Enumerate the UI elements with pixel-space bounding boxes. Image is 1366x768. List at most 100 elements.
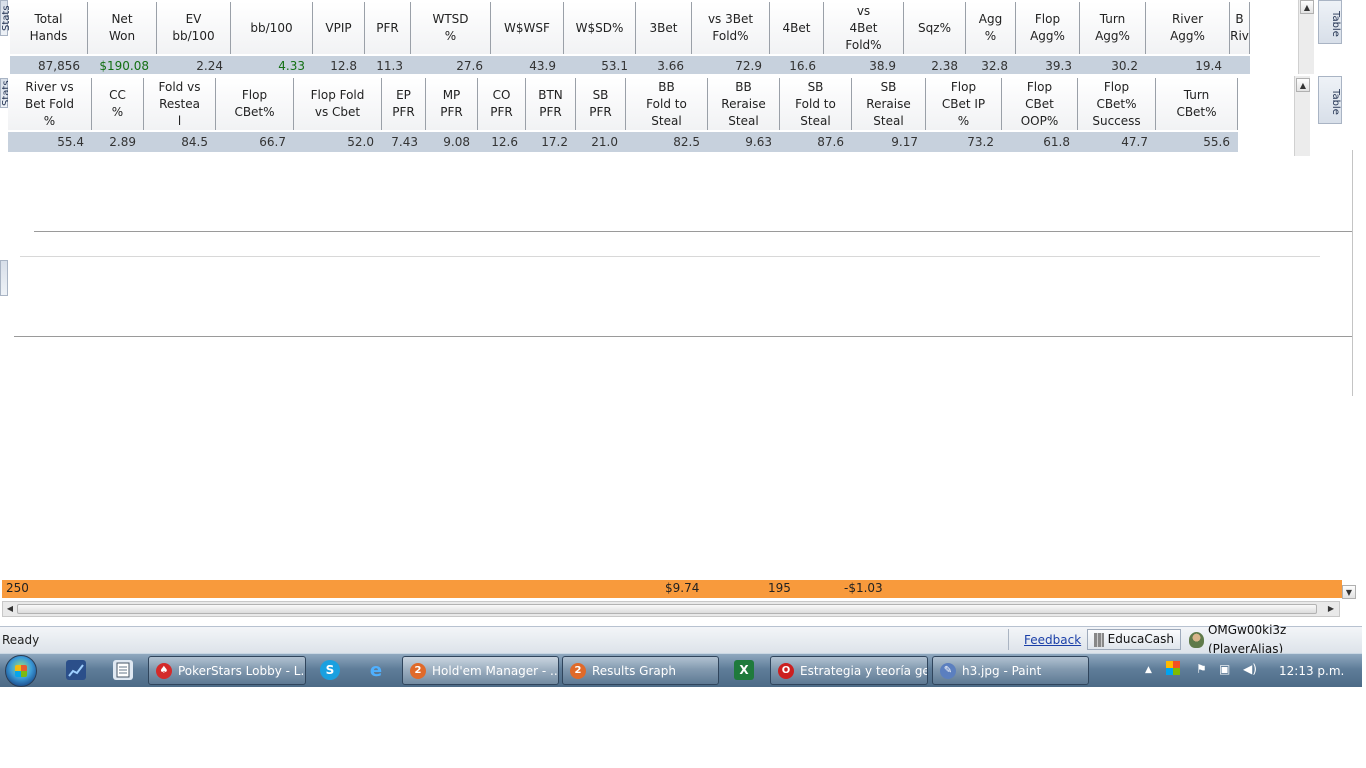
scroll-right-icon[interactable]: ▶ — [1325, 603, 1337, 615]
table2-value-17: 55.6 — [1203, 135, 1230, 149]
table2-header-14[interactable]: Flop CBet IP % — [926, 78, 1002, 130]
table1-value-4: 12.8 — [330, 59, 357, 73]
table2-value-10: 82.5 — [673, 135, 700, 149]
table1-header-17[interactable]: River Agg% — [1146, 2, 1230, 54]
stats-table-1-values: 87,856 $190.08 2.24 4.33 12.8 11.3 27.6 43.9 53.… — [10, 56, 1250, 74]
table2-header-6[interactable]: MP PFR — [426, 78, 478, 130]
table2-header-12[interactable]: SB Fold to Steal — [780, 78, 852, 130]
table2-value-5: 7.43 — [391, 135, 418, 149]
table2-header-16[interactable]: Flop CBet% Success — [1078, 78, 1156, 130]
table1-value-15: 39.3 — [1045, 59, 1072, 73]
feedback-link[interactable]: Feedback — [1024, 633, 1081, 647]
table1-header-6[interactable]: WTSD % — [411, 2, 491, 54]
taskbar-opera-browser[interactable]: O Estrategia y teoría ge... — [770, 656, 928, 685]
table1-header-8[interactable]: W$SD% — [564, 2, 636, 54]
table1-header-5[interactable]: PFR — [365, 2, 411, 54]
start-button-icon[interactable] — [5, 655, 37, 687]
table2-header-9[interactable]: SB PFR — [576, 78, 626, 130]
skype-icon[interactable]: S — [320, 660, 340, 680]
table2-header-2[interactable]: Fold vs Restea l — [144, 78, 216, 130]
table2-header-4[interactable]: Flop Fold vs Cbet — [294, 78, 382, 130]
table1-header-16[interactable]: Turn Agg% — [1080, 2, 1146, 54]
taskbar-results-graph[interactable]: 2 Results Graph — [562, 656, 719, 685]
table1-header-9[interactable]: 3Bet — [636, 2, 692, 54]
table2-value-4: 52.0 — [347, 135, 374, 149]
pokerstars-icon: ♠ — [156, 662, 172, 679]
table2-value-1: 2.89 — [109, 135, 136, 149]
table-2-scrollbar[interactable]: ▲ — [1294, 76, 1310, 156]
results-row[interactable]: 250 $9.74 195 -$1.03 — [2, 580, 1342, 598]
table1-value-0: 87,856 — [38, 59, 80, 73]
tray-expand-icon[interactable]: ▲ — [1145, 665, 1152, 675]
table2-value-11: 9.63 — [745, 135, 772, 149]
taskbar-paint[interactable]: ✎ h3.jpg - Paint — [932, 656, 1089, 685]
table1-header-13[interactable]: Sqz% — [904, 2, 966, 54]
action-center-flag-icon[interactable]: ⚑ — [1196, 662, 1207, 676]
table2-value-3: 66.7 — [259, 135, 286, 149]
table1-header-4[interactable]: VPIP — [313, 2, 365, 54]
taskbar-label: h3.jpg - Paint — [962, 663, 1042, 678]
right-table-tab-2[interactable]: Table — [1318, 76, 1342, 124]
educacash-button[interactable]: EducaCash — [1087, 629, 1181, 650]
table1-value-17: 19.4 — [1195, 59, 1222, 73]
results-ev: -$1.03 — [844, 581, 883, 595]
table2-header-17[interactable]: Turn CBet% — [1156, 78, 1238, 130]
scroll-down-icon[interactable]: ▼ — [1342, 585, 1356, 599]
table1-header-3[interactable]: bb/100 — [231, 2, 313, 54]
player-alias-button[interactable]: OMGw00ki3z (PlayerAlias) — [1187, 623, 1357, 656]
table1-value-6: 27.6 — [456, 59, 483, 73]
table2-header-7[interactable]: CO PFR — [478, 78, 526, 130]
table2-value-16: 47.7 — [1121, 135, 1148, 149]
stats-table-2: River vs Bet Fold % CC % Fold vs Restea lF… — [8, 78, 1294, 154]
table1-header-18[interactable]: B Riv — [1230, 2, 1250, 54]
left-tab-3[interactable] — [0, 260, 8, 296]
chart-app-icon[interactable] — [66, 660, 86, 680]
panel-divider — [20, 256, 1320, 257]
right-table-tab[interactable]: Table — [1318, 0, 1342, 44]
table2-header-10[interactable]: BB Fold to Steal — [626, 78, 708, 130]
scroll-up-icon[interactable]: ▲ — [1296, 78, 1310, 92]
table1-header-7[interactable]: W$WSF — [491, 2, 564, 54]
taskbar-pokerstars-lobby[interactable]: ♠ PokerStars Lobby - L... — [148, 656, 306, 685]
table1-value-12: 38.9 — [869, 59, 896, 73]
excel-icon[interactable]: X — [734, 660, 754, 680]
table2-header-11[interactable]: BB Reraise Steal — [708, 78, 780, 130]
table1-header-2[interactable]: EV bb/100 — [157, 2, 231, 54]
table1-header-15[interactable]: Flop Agg% — [1016, 2, 1080, 54]
table-1-scrollbar[interactable]: ▲ — [1298, 0, 1314, 74]
table1-header-10[interactable]: vs 3Bet Fold% — [692, 2, 770, 54]
table2-header-1[interactable]: CC % — [92, 78, 144, 130]
tray-app-icon[interactable] — [1166, 661, 1180, 675]
stats-table-2-header: River vs Bet Fold % CC % Fold vs Restea lF… — [8, 78, 1238, 130]
table2-header-5[interactable]: EP PFR — [382, 78, 426, 130]
scroll-thumb[interactable] — [17, 604, 1317, 614]
notepad-icon[interactable] — [113, 660, 133, 680]
table2-value-2: 84.5 — [181, 135, 208, 149]
internet-explorer-icon[interactable]: e — [366, 660, 386, 681]
taskbar-label: Hold'em Manager - ... — [432, 663, 559, 678]
table1-header-12[interactable]: vs 4Bet Fold% — [824, 2, 904, 54]
table1-header-11[interactable]: 4Bet — [770, 2, 824, 54]
taskbar-clock[interactable]: 12:13 p.m. — [1279, 664, 1344, 678]
table1-header-1[interactable]: Net Won — [88, 2, 157, 54]
table2-value-9: 21.0 — [591, 135, 618, 149]
taskbar-holdem-manager[interactable]: 2 Hold'em Manager - ... — [402, 656, 559, 685]
table2-header-15[interactable]: Flop CBet OOP% — [1002, 78, 1078, 130]
table2-header-13[interactable]: SB Reraise Steal — [852, 78, 926, 130]
left-stats-tab-2[interactable]: Stats — [0, 78, 12, 108]
scroll-left-icon[interactable]: ◀ — [4, 603, 16, 615]
table1-header-0[interactable]: Total Hands — [10, 2, 88, 54]
table2-header-8[interactable]: BTN PFR — [526, 78, 576, 130]
table2-header-0[interactable]: River vs Bet Fold % — [8, 78, 92, 130]
left-stats-tab[interactable]: Stats — [0, 0, 12, 36]
scroll-up-icon[interactable]: ▲ — [1300, 0, 1314, 14]
status-separator — [1008, 629, 1009, 650]
panel-divider — [34, 231, 1352, 232]
table1-value-11: 16.6 — [789, 59, 816, 73]
table2-header-3[interactable]: Flop CBet% — [216, 78, 294, 130]
table1-header-14[interactable]: Agg % — [966, 2, 1016, 54]
horizontal-scrollbar[interactable]: ◀ ▶ — [2, 601, 1340, 617]
network-icon[interactable]: ▣ — [1219, 662, 1230, 676]
volume-icon[interactable]: ◀) — [1243, 662, 1257, 676]
table2-value-12: 87.6 — [817, 135, 844, 149]
